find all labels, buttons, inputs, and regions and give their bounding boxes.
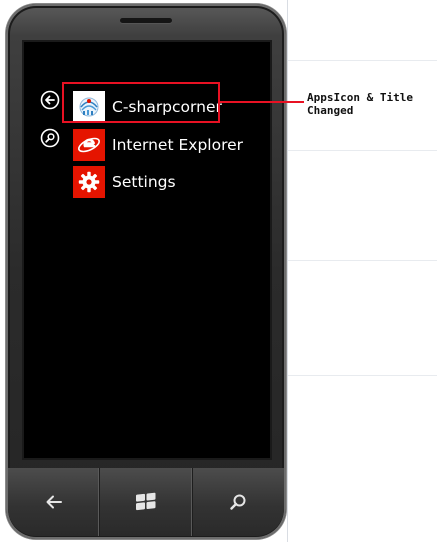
speaker-grille bbox=[120, 18, 172, 23]
annotation-line1: AppsIcon & Title bbox=[307, 91, 413, 104]
gear-icon bbox=[73, 166, 105, 198]
search-icon bbox=[230, 494, 246, 510]
hardware-back-button[interactable] bbox=[8, 468, 101, 536]
annotation-label: AppsIcon & Title Changed bbox=[307, 91, 433, 117]
back-arrow-icon[interactable] bbox=[40, 90, 60, 110]
highlight-box bbox=[62, 82, 220, 123]
search-icon[interactable] bbox=[40, 128, 60, 148]
app-item-settings[interactable]: Settings bbox=[73, 166, 176, 198]
back-icon bbox=[46, 495, 62, 509]
annotation-line2: Changed bbox=[307, 104, 354, 117]
app-label: Internet Explorer bbox=[112, 136, 244, 154]
hardware-search-button[interactable] bbox=[193, 468, 284, 536]
internet-explorer-icon bbox=[73, 129, 105, 161]
callout-line bbox=[220, 101, 304, 103]
app-label: Settings bbox=[112, 173, 176, 191]
background-window bbox=[287, 0, 437, 542]
hardware-start-button[interactable] bbox=[100, 468, 193, 536]
app-item-internet-explorer[interactable]: Internet Explorer bbox=[73, 129, 243, 161]
windows-icon bbox=[135, 492, 156, 511]
hardware-button-bar bbox=[8, 468, 284, 536]
